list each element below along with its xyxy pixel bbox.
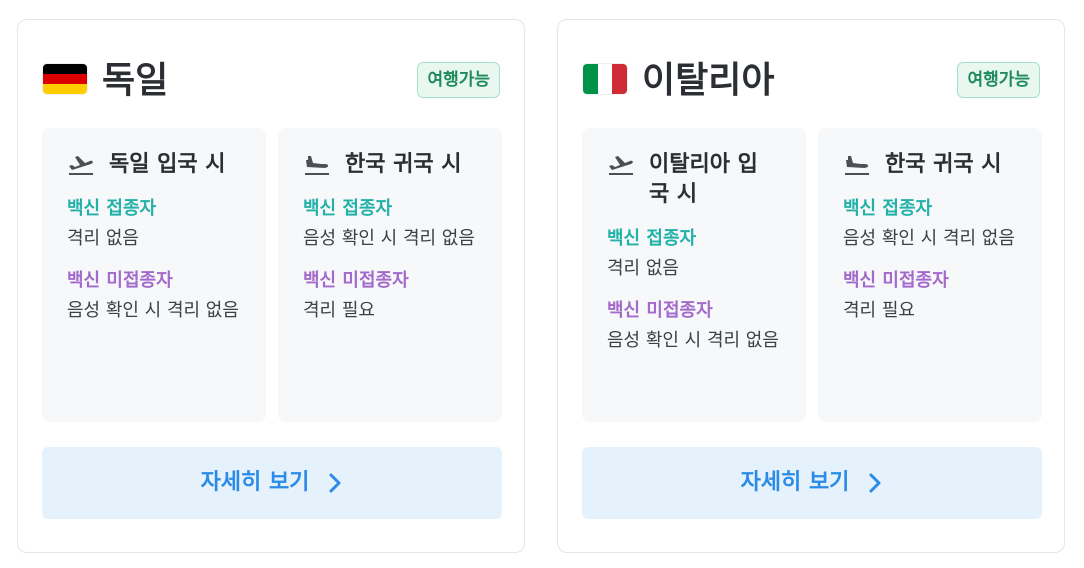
chevron-right-icon: [869, 473, 881, 493]
country-travel-cards: 독일 여행가능 독일 입국 시 백신 접종자 격리 없음 백신 미접종자 음성 …: [0, 0, 1084, 568]
country-card-italy: 이탈리아 여행가능 이탈리아 입국 시 백신 접종자 격리 없음 백신 미접종자…: [557, 19, 1065, 553]
return-title-text: 한국 귀국 시: [885, 152, 1002, 177]
detail-button-label: 자세히 보기: [200, 470, 310, 495]
entry-title-text: 이탈리아 입국 시: [649, 152, 758, 207]
unvaccinated-value: 음성 확인 시 격리 없음: [67, 300, 239, 321]
return-panel-title: 한국 귀국 시: [843, 150, 1018, 180]
departure-plane-icon: [609, 156, 633, 175]
unvaccinated-label: 백신 미접종자: [607, 300, 713, 321]
return-title-text: 한국 귀국 시: [345, 152, 462, 177]
return-panel-title: 한국 귀국 시: [303, 150, 478, 180]
country-name: 이탈리아: [642, 60, 775, 101]
quarantine-info: 독일 입국 시 백신 접종자 격리 없음 백신 미접종자 음성 확인 시 격리 …: [42, 128, 502, 422]
return-panel: 한국 귀국 시 백신 접종자 음성 확인 시 격리 없음 백신 미접종자 격리 …: [278, 128, 502, 422]
vaccinated-label: 백신 접종자: [303, 198, 393, 219]
unvaccinated-label: 백신 미접종자: [67, 270, 173, 291]
detail-button[interactable]: 자세히 보기: [582, 447, 1042, 519]
unvaccinated-value: 음성 확인 시 격리 없음: [607, 330, 779, 351]
germany-flag-icon: [43, 64, 87, 94]
vaccinated-value: 격리 없음: [67, 228, 139, 249]
vaccinated-value: 음성 확인 시 격리 없음: [303, 228, 475, 249]
quarantine-info: 이탈리아 입국 시 백신 접종자 격리 없음 백신 미접종자 음성 확인 시 격…: [582, 128, 1042, 422]
entry-panel: 이탈리아 입국 시 백신 접종자 격리 없음 백신 미접종자 음성 확인 시 격…: [582, 128, 806, 422]
departure-plane-icon: [69, 156, 93, 175]
vaccinated-label: 백신 접종자: [67, 198, 157, 219]
travel-status-badge: 여행가능: [957, 62, 1040, 98]
return-panel: 한국 귀국 시 백신 접종자 음성 확인 시 격리 없음 백신 미접종자 격리 …: [818, 128, 1042, 422]
country-name: 독일: [102, 60, 169, 101]
entry-title-text: 독일 입국 시: [109, 152, 226, 177]
card-header: 이탈리아 여행가능: [582, 58, 1040, 106]
detail-button[interactable]: 자세히 보기: [42, 447, 502, 519]
entry-panel-title: 독일 입국 시: [67, 150, 242, 180]
vaccinated-value: 음성 확인 시 격리 없음: [843, 228, 1015, 249]
arrival-plane-icon: [305, 156, 329, 175]
travel-status-badge: 여행가능: [417, 62, 500, 98]
chevron-right-icon: [329, 473, 341, 493]
detail-button-label: 자세히 보기: [740, 470, 850, 495]
unvaccinated-label: 백신 미접종자: [303, 270, 409, 291]
arrival-plane-icon: [845, 156, 869, 175]
country-card-germany: 독일 여행가능 독일 입국 시 백신 접종자 격리 없음 백신 미접종자 음성 …: [17, 19, 525, 553]
unvaccinated-value: 격리 필요: [303, 300, 375, 321]
entry-panel-title: 이탈리아 입국 시: [607, 150, 769, 210]
entry-panel: 독일 입국 시 백신 접종자 격리 없음 백신 미접종자 음성 확인 시 격리 …: [42, 128, 266, 422]
vaccinated-label: 백신 접종자: [843, 198, 933, 219]
vaccinated-value: 격리 없음: [607, 258, 679, 279]
unvaccinated-label: 백신 미접종자: [843, 270, 949, 291]
vaccinated-label: 백신 접종자: [607, 228, 697, 249]
card-header: 독일 여행가능: [42, 58, 500, 106]
italy-flag-icon: [583, 64, 627, 94]
unvaccinated-value: 격리 필요: [843, 300, 915, 321]
